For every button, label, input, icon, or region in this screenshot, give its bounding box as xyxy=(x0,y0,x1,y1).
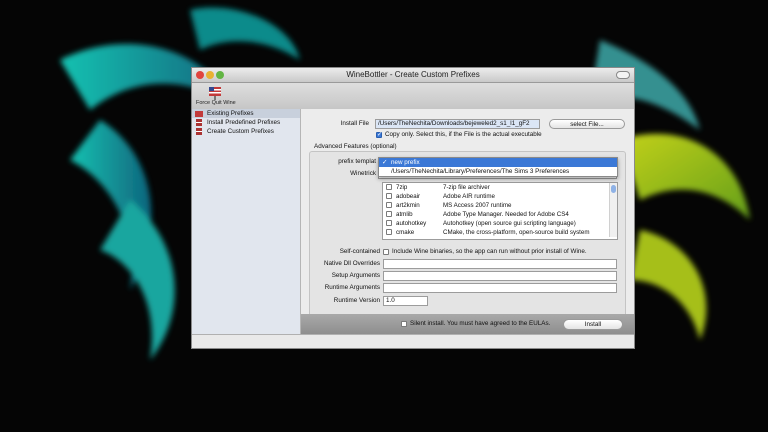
runtime-version-label: Runtime Version xyxy=(333,297,380,304)
install-file-label: Install File xyxy=(340,120,369,127)
runtime-version-field[interactable]: 1.0 xyxy=(383,296,428,306)
package-icon xyxy=(196,119,202,126)
winetrick-description: Autohotkey (open source gui scripting la… xyxy=(443,220,576,227)
sidebar-item-existing-prefixes[interactable]: Existing Prefixes xyxy=(192,109,300,118)
dropdown-option-new-prefix[interactable]: ✓ new prefix xyxy=(379,158,617,167)
winetrick-name: atmlib xyxy=(396,211,413,218)
install-button[interactable]: Install xyxy=(563,319,623,330)
silent-install-label: Silent install. You must have agreed to … xyxy=(410,320,551,327)
native-dll-overrides-field[interactable] xyxy=(383,259,617,269)
install-file-field[interactable]: /Users/TheNechita/Downloads/bejeweled2_s… xyxy=(375,119,540,129)
advanced-features-group: prefix templat Winetrick 7zip 7-zip file … xyxy=(309,151,626,326)
dropdown-option-label: new prefix xyxy=(391,159,420,166)
wine-glass-icon xyxy=(209,87,221,100)
sidebar-item-install-predefined-prefixes[interactable]: Install Predefined Prefixes xyxy=(192,118,300,127)
winetrick-checkbox[interactable] xyxy=(386,220,392,226)
force-quit-wine-label: Force Quit Wine xyxy=(196,100,236,106)
copy-only-label: Copy only. Select this, if the File is t… xyxy=(385,131,542,138)
advanced-features-title: Advanced Features (optional) xyxy=(314,143,397,150)
folder-icon xyxy=(195,111,203,117)
list-item[interactable]: atmlib Adobe Type Manager. Needed for Ado… xyxy=(383,210,617,219)
native-dll-overrides-label: Native Dll Overrides xyxy=(324,260,380,267)
sidebar-item-label: Existing Prefixes xyxy=(207,110,254,117)
sidebar: Existing Prefixes Install Predefined Pre… xyxy=(192,109,301,348)
status-bar xyxy=(192,334,634,348)
winetrick-name: autohotkey xyxy=(396,220,427,227)
winetrick-checkbox[interactable] xyxy=(386,193,392,199)
winetrick-name: adobeair xyxy=(396,193,421,200)
winetrick-checkbox[interactable] xyxy=(386,211,392,217)
list-item[interactable]: 7zip 7-zip file archiver xyxy=(383,183,617,192)
self-contained-description: Include Wine binaries, so the app can ru… xyxy=(392,248,587,255)
list-item[interactable]: autohotkey Autohotkey (open source gui sc… xyxy=(383,219,617,228)
package-icon xyxy=(196,128,202,135)
winetrick-description: CMake, the cross-platform, open-source b… xyxy=(443,229,590,236)
install-bar: Silent install. You must have agreed to … xyxy=(301,314,634,334)
self-contained-checkbox[interactable] xyxy=(383,249,389,255)
silent-install-checkbox[interactable] xyxy=(401,321,407,327)
scrollbar-thumb[interactable] xyxy=(611,185,616,193)
winetrick-description: MS Access 2007 runtime xyxy=(443,202,512,209)
setup-arguments-label: Setup Arguments xyxy=(331,272,380,279)
winetrick-checkbox[interactable] xyxy=(386,202,392,208)
self-contained-label: Self-contained xyxy=(339,248,380,255)
list-item[interactable]: art2kmin MS Access 2007 runtime xyxy=(383,201,617,210)
runtime-arguments-label: Runtime Arguments xyxy=(324,284,380,291)
checkmark-icon: ✓ xyxy=(382,159,388,166)
list-scrollbar[interactable] xyxy=(609,183,617,237)
toolbar-toggle-button[interactable] xyxy=(616,71,630,79)
prefix-template-dropdown-menu: ✓ new prefix /Users/TheNechita/Library/P… xyxy=(378,157,618,177)
select-file-button[interactable]: select File... xyxy=(549,119,625,129)
winetrick-description: 7-zip file archiver xyxy=(443,184,490,191)
sidebar-item-label: Install Predefined Prefixes xyxy=(207,119,281,126)
winebottler-window: WineBottler - Create Custom Prefixes For… xyxy=(191,67,635,349)
winetrick-checkbox[interactable] xyxy=(386,229,392,235)
sidebar-item-label: Create Custom Prefixes xyxy=(207,128,274,135)
winetrick-description: Adobe Type Manager. Needed for Adobe CS4 xyxy=(443,211,569,218)
copy-only-checkbox[interactable] xyxy=(376,131,382,138)
window-title: WineBottler - Create Custom Prefixes xyxy=(346,70,480,79)
runtime-arguments-field[interactable] xyxy=(383,283,617,293)
winetricks-label: Winetrick xyxy=(350,170,376,177)
sidebar-item-create-custom-prefixes[interactable]: Create Custom Prefixes xyxy=(192,127,300,136)
dropdown-option-sims3-prefix[interactable]: /Users/TheNechita/Library/Preferences/Th… xyxy=(379,167,617,176)
title-bar: WineBottler - Create Custom Prefixes xyxy=(192,68,634,83)
winetrick-description: Adobe AIR runtime xyxy=(443,193,495,200)
setup-arguments-field[interactable] xyxy=(383,271,617,281)
prefix-template-label: prefix templat xyxy=(338,158,376,165)
toolbar: Force Quit Wine xyxy=(192,83,634,109)
list-item[interactable]: adobeair Adobe AIR runtime xyxy=(383,192,617,201)
winetricks-list[interactable]: 7zip 7-zip file archiver adobeair Adobe AI… xyxy=(382,182,618,240)
winetrick-name: 7zip xyxy=(396,184,408,191)
dropdown-option-label: /Users/TheNechita/Library/Preferences/Th… xyxy=(391,168,570,175)
list-item[interactable]: cmake CMake, the cross-platform, open-sou… xyxy=(383,228,617,237)
winetrick-name: art2kmin xyxy=(396,202,420,209)
winetrick-name: cmake xyxy=(396,229,415,236)
winetrick-checkbox[interactable] xyxy=(386,184,392,190)
main-panel: Install File /Users/TheNechita/Downloads… xyxy=(301,109,634,348)
